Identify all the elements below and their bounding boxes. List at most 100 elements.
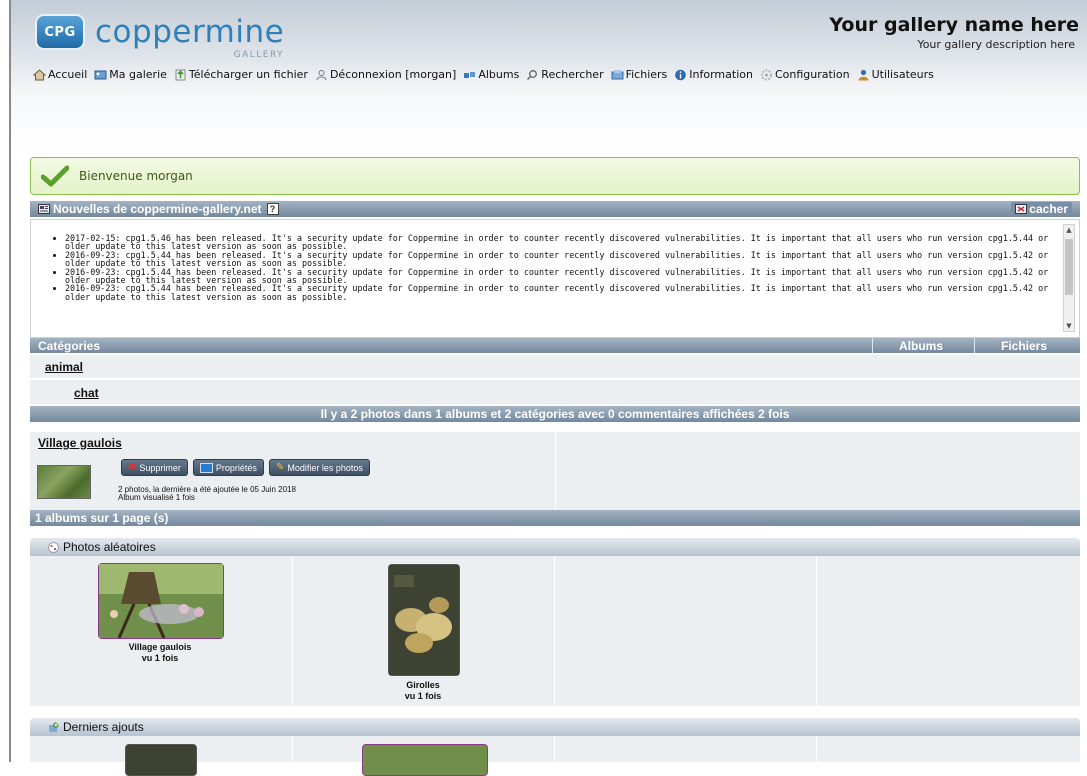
left-border [0, 0, 11, 762]
button-label: Supprimer [139, 462, 181, 473]
nav-item-my-gallery[interactable]: Ma galerie [94, 68, 167, 81]
random-caption: Village gaulois vu 1 fois [98, 642, 222, 664]
upload-icon [175, 69, 186, 80]
thumb-cell [817, 556, 1079, 706]
logo-text: coppermine GALLERY [95, 14, 285, 60]
news-list: 2017-02-15: cpg1.5.46 has been released.… [45, 234, 1055, 330]
category-link-chat[interactable]: chat [74, 386, 99, 400]
config-icon [760, 69, 772, 80]
news-item: 2016-09-23: cpg1.5.44 has been released.… [65, 284, 1055, 301]
gallery-description: Your gallery description here [917, 38, 1075, 51]
nav-item-files[interactable]: Fichiers [611, 68, 668, 81]
nav-label: Accueil [48, 68, 88, 81]
village-photo [99, 564, 223, 639]
category-row: chat [30, 380, 1080, 405]
nav-label: Ma galerie [109, 68, 167, 81]
categories-column-header: Catégories [38, 339, 101, 353]
nav-label: Télécharger un fichier [188, 68, 308, 81]
category-row: animal [30, 355, 1080, 379]
nav-label: Utilisateurs [871, 68, 934, 81]
help-icon[interactable]: ? [266, 203, 279, 215]
nav-item-albums[interactable]: Albums [463, 68, 519, 81]
button-label: Modifier les photos [287, 462, 363, 473]
nav-label: Déconnexion [morgan] [329, 68, 457, 81]
news-item: 2016-09-23: cpg1.5.44 has been released.… [65, 251, 1055, 268]
search-icon [527, 69, 538, 80]
checkmark-icon [41, 165, 69, 187]
albums-column-header: Albums [899, 339, 944, 353]
nav-label: Configuration [774, 68, 850, 81]
users-icon [858, 69, 869, 80]
nav-label: Rechercher [541, 68, 604, 81]
category-link-animal[interactable]: animal [45, 360, 83, 374]
thumb-cell [817, 736, 1079, 762]
nav-item-logout[interactable]: Déconnexion [morgan] [315, 68, 456, 81]
albums-icon [464, 71, 476, 78]
latest-thumbnail[interactable] [362, 744, 488, 776]
thumb-cell [555, 556, 817, 706]
random-icon [48, 541, 59, 553]
nav-item-upload[interactable]: Télécharger un fichier [174, 68, 308, 81]
album-divider [555, 432, 556, 510]
nav-item-configuration[interactable]: Configuration [760, 68, 850, 81]
info-icon [675, 69, 687, 80]
button-label: Propriétés [215, 462, 257, 473]
news-item: 2016-09-23: cpg1.5.44 has been released.… [65, 267, 1055, 285]
latest-additions-grid [30, 736, 1080, 776]
main-nav: Accueil Ma galerie Télécharger un fichie… [33, 68, 941, 81]
nav-item-search[interactable]: Rechercher [526, 68, 604, 81]
add-icon [49, 721, 59, 732]
news-header: Nouvelles de coppermine-gallery.net ? ca… [30, 201, 1080, 217]
nav-label: Fichiers [625, 68, 668, 81]
nav-item-information[interactable]: Information [674, 68, 753, 81]
random-caption: Girolles vu 1 fois [373, 680, 473, 702]
news-box: 2017-02-15: cpg1.5.46 has been released.… [30, 219, 1080, 338]
delete-icon: ✖ [128, 462, 137, 473]
news-scrollbar[interactable]: ▲ ▼ [1063, 224, 1075, 332]
random-photos-header[interactable]: Photos aléatoires [30, 538, 1080, 556]
delete-album-button[interactable]: ✖ Supprimer [121, 459, 188, 476]
logo-wordmark: coppermine [95, 14, 285, 50]
nav-item-home[interactable]: Accueil [33, 68, 87, 81]
gallery-name: Your gallery name here [829, 14, 1079, 36]
album-properties-button[interactable]: Propriétés [192, 459, 264, 476]
album-actions: ✖ Supprimer Propriétés ✎ Modifier les phot… [121, 459, 375, 476]
scroll-down-icon[interactable]: ▼ [1064, 321, 1074, 331]
girolles-photo [389, 565, 459, 675]
nav-item-users[interactable]: Utilisateurs [857, 68, 934, 81]
thumb-cell [555, 736, 817, 762]
photo-name: Girolles [406, 680, 440, 690]
welcome-text: Bienvenue morgan [79, 169, 193, 183]
edit-photos-button[interactable]: ✎ Modifier les photos [268, 459, 370, 476]
album-title-link[interactable]: Village gaulois [38, 436, 122, 450]
nav-label: Albums [478, 68, 520, 81]
hide-label: cacher [1029, 201, 1068, 216]
photo-views: vu 1 fois [404, 691, 442, 701]
nav-label: Information [689, 68, 753, 81]
scroll-thumb[interactable] [1065, 239, 1073, 295]
random-photos-title: Photos aléatoires [63, 540, 156, 554]
album-thumbnail[interactable] [37, 465, 91, 499]
random-thumbnail[interactable] [98, 563, 224, 639]
album-info: 2 photos, la dernière a été ajoutée le 0… [118, 486, 296, 502]
hide-news-button[interactable]: cacher [1011, 201, 1072, 216]
latest-additions-header[interactable]: Derniers ajouts [30, 718, 1080, 736]
gallery-stats: Il y a 2 photos dans 1 albums et 2 catég… [30, 406, 1080, 422]
home-icon [33, 68, 46, 80]
logout-icon [316, 69, 327, 80]
album-panel: Village gaulois ✖ Supprimer Propriétés ✎ M… [30, 432, 1080, 510]
news-title: Nouvelles de coppermine-gallery.net [53, 202, 262, 216]
pencil-icon: ✎ [275, 462, 285, 473]
news-item: 2017-02-15: cpg1.5.46 has been released.… [65, 234, 1055, 251]
files-column-header: Fichiers [1001, 339, 1048, 353]
news-icon [38, 204, 50, 214]
photo-name: Village gaulois [128, 642, 192, 652]
logo[interactable]: CPG coppermine GALLERY [35, 14, 285, 60]
album-info-views: Album visualisé 1 fois [118, 493, 195, 502]
categories-header: Catégories Albums Fichiers [30, 338, 1080, 353]
logo-badge: CPG [35, 14, 85, 50]
gallery-icon [94, 70, 107, 79]
scroll-up-icon[interactable]: ▲ [1064, 225, 1074, 235]
random-thumbnail[interactable] [388, 564, 460, 676]
latest-thumbnail[interactable] [125, 744, 197, 776]
